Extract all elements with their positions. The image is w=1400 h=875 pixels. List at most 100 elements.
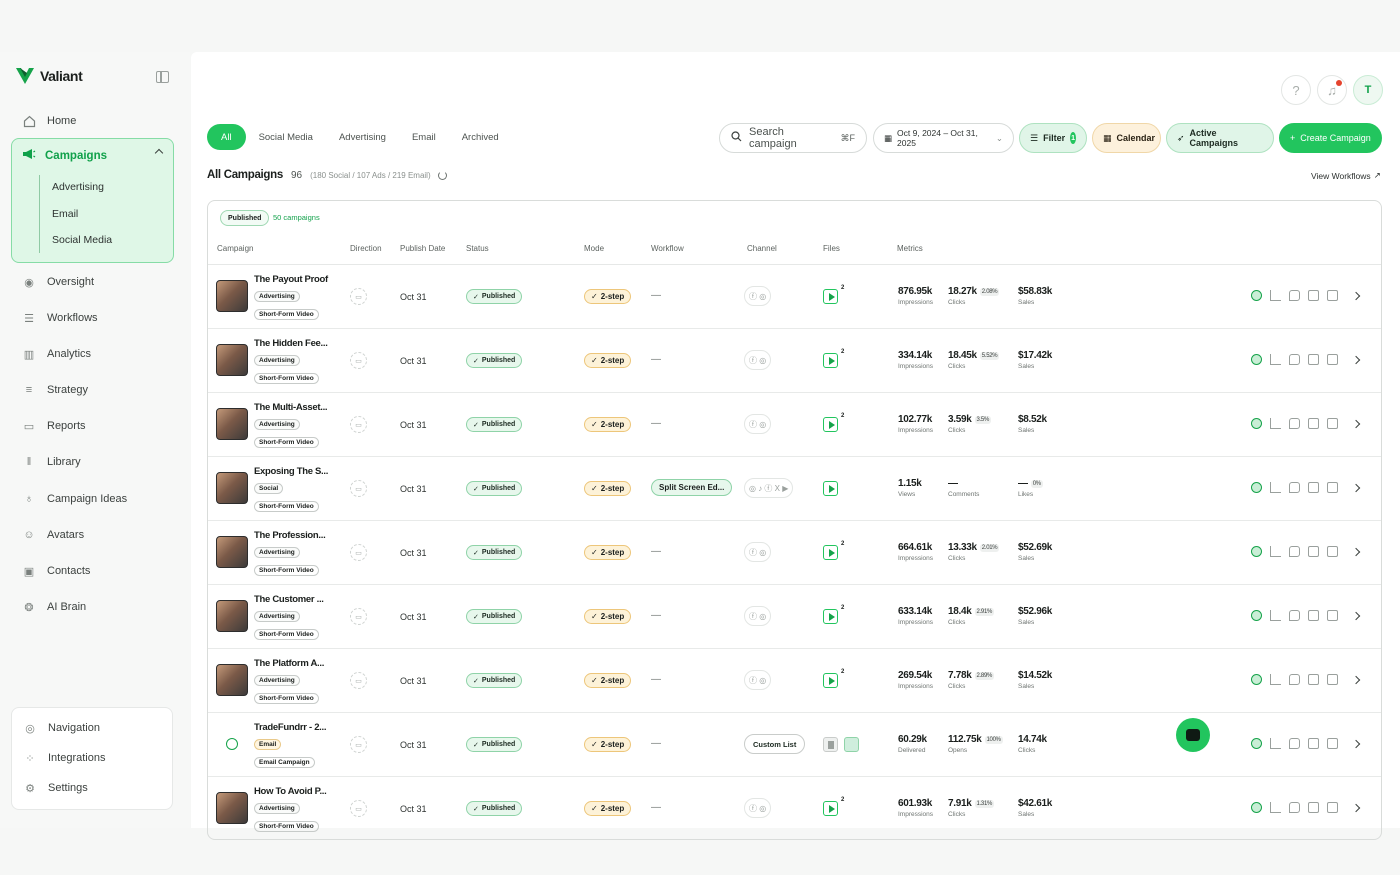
sidebar-item-ai-brain[interactable]: ❂ AI Brain <box>22 598 86 616</box>
view-workflows-link[interactable]: View Workflows ↗ <box>1311 170 1381 181</box>
comment-icon[interactable] <box>1289 290 1300 301</box>
active-campaigns-button[interactable]: ➶ Active Campaigns <box>1166 123 1274 153</box>
analytics-icon[interactable] <box>1270 482 1281 493</box>
date-range-picker[interactable]: ▦ Oct 9, 2024 – Oct 31, 2025 ⌄ <box>873 123 1014 153</box>
archive-icon[interactable] <box>1308 290 1319 301</box>
channel-icons[interactable]: ◎ ♪ ⓕ X ▶ <box>744 478 794 498</box>
sidebar-item-integrations[interactable]: ⁘ Integrations <box>23 749 105 767</box>
analytics-icon[interactable] <box>1270 738 1281 749</box>
analytics-icon[interactable] <box>1270 290 1281 301</box>
analytics-icon[interactable] <box>1270 802 1281 813</box>
refresh-icon[interactable] <box>438 171 447 180</box>
play-video-icon[interactable] <box>823 609 838 624</box>
mode-badge[interactable]: ✓ 2-step <box>584 801 632 816</box>
comment-icon[interactable] <box>1289 418 1300 429</box>
direction-icon[interactable]: ▭ <box>350 288 367 305</box>
direction-icon[interactable]: ▭ <box>350 544 367 561</box>
chevron-right-icon[interactable] <box>1351 739 1361 749</box>
table-row[interactable]: The Customer ... Advertising Short-Form Vi… <box>208 585 1381 649</box>
analytics-icon[interactable] <box>1270 418 1281 429</box>
channel-icons[interactable]: ⓕ ◎ <box>744 350 772 370</box>
table-row[interactable]: The Hidden Fee... Advertising Short-Form V… <box>208 329 1381 393</box>
comment-icon[interactable] <box>1289 482 1300 493</box>
archive-icon[interactable] <box>1308 354 1319 365</box>
mode-badge[interactable]: ✓ 2-step <box>584 737 632 752</box>
archive-icon[interactable] <box>1308 674 1319 685</box>
campaign-name[interactable]: TradeFundrr - 2... <box>254 722 334 733</box>
help-button[interactable]: ? <box>1281 75 1311 105</box>
comment-icon[interactable] <box>1289 610 1300 621</box>
comment-icon[interactable] <box>1289 738 1300 749</box>
document-icon[interactable] <box>823 737 838 752</box>
table-row[interactable]: The Multi-Asset... Advertising Short-Form … <box>208 393 1381 457</box>
archive-icon[interactable] <box>1308 482 1319 493</box>
campaign-name[interactable]: The Platform A... <box>254 658 334 669</box>
direction-icon[interactable]: ▭ <box>350 416 367 433</box>
sidebar-item-strategy[interactable]: ≡ Strategy <box>22 381 88 399</box>
trash-icon[interactable] <box>1327 482 1338 493</box>
archive-icon[interactable] <box>1308 610 1319 621</box>
column-header-status[interactable]: Status <box>466 244 489 253</box>
mode-badge[interactable]: ✓ 2-step <box>584 417 632 432</box>
direction-icon[interactable]: ▭ <box>350 608 367 625</box>
sidebar-item-analytics[interactable]: ▥ Analytics <box>22 345 91 363</box>
analytics-icon[interactable] <box>1270 610 1281 621</box>
play-video-icon[interactable] <box>823 417 838 432</box>
play-video-icon[interactable] <box>823 289 838 304</box>
channel-icons[interactable]: ⓕ ◎ <box>744 542 772 562</box>
campaign-name[interactable]: The Multi-Asset... <box>254 402 334 413</box>
play-video-icon[interactable] <box>823 801 838 816</box>
play-video-icon[interactable] <box>823 353 838 368</box>
chevron-right-icon[interactable] <box>1351 611 1361 621</box>
sidebar-item-settings[interactable]: ⚙ Settings <box>23 779 88 797</box>
campaign-name[interactable]: Exposing The S... <box>254 466 334 477</box>
globe-icon[interactable] <box>1251 418 1262 429</box>
sidebar-item-contacts[interactable]: ▣ Contacts <box>22 562 91 580</box>
channel-icons[interactable]: ⓕ ◎ <box>744 414 772 434</box>
sidebar-item-navigation[interactable]: ◎ Navigation <box>23 719 100 737</box>
play-video-icon[interactable] <box>823 545 838 560</box>
campaign-name[interactable]: The Payout Proof <box>254 274 334 285</box>
chevron-up-icon[interactable] <box>154 148 164 158</box>
channel-icons[interactable]: ⓕ ◎ <box>744 798 772 818</box>
chevron-right-icon[interactable] <box>1351 483 1361 493</box>
table-row[interactable]: How To Avoid P... Advertising Short-Form V… <box>208 777 1381 839</box>
direction-icon[interactable]: ▭ <box>350 672 367 689</box>
calendar-button[interactable]: ▦ Calendar <box>1092 123 1161 153</box>
tab-social-media[interactable]: Social Media <box>246 124 326 150</box>
channel-icons[interactable]: ⓕ ◎ <box>744 670 772 690</box>
direction-icon[interactable]: ▭ <box>350 352 367 369</box>
channel-icons[interactable]: ⓕ ◎ <box>744 606 772 626</box>
mode-badge[interactable]: ✓ 2-step <box>584 545 632 560</box>
table-row[interactable]: Exposing The S... Social Short-Form Video ▭… <box>208 457 1381 521</box>
tab-email[interactable]: Email <box>399 124 449 150</box>
column-header-workflow[interactable]: Workflow <box>651 244 684 253</box>
table-row[interactable]: The Payout Proof Advertising Short-Form Vi… <box>208 265 1381 329</box>
table-row[interactable]: The Platform A... Advertising Short-Form V… <box>208 649 1381 713</box>
channel-icons[interactable]: ⓕ ◎ <box>744 286 772 306</box>
trash-icon[interactable] <box>1327 418 1338 429</box>
analytics-icon[interactable] <box>1270 674 1281 685</box>
tab-advertising[interactable]: Advertising <box>326 124 399 150</box>
channel-icons[interactable]: Custom List <box>744 734 806 754</box>
archive-icon[interactable] <box>1308 546 1319 557</box>
logo[interactable]: Valiant <box>15 67 83 85</box>
workflow-tag[interactable]: Split Screen Ed... <box>651 479 733 496</box>
sidebar-item-reports[interactable]: ▭ Reports <box>22 417 86 435</box>
direction-icon[interactable]: ▭ <box>350 800 367 817</box>
campaign-name[interactable]: The Customer ... <box>254 594 334 605</box>
mode-badge[interactable]: ✓ 2-step <box>584 353 632 368</box>
globe-icon[interactable] <box>1251 290 1262 301</box>
analytics-icon[interactable] <box>1270 546 1281 557</box>
campaign-name[interactable]: The Hidden Fee... <box>254 338 334 349</box>
filter-button[interactable]: ☰ Filter 1 <box>1019 123 1087 153</box>
trash-icon[interactable] <box>1327 546 1338 557</box>
trash-icon[interactable] <box>1327 610 1338 621</box>
archive-icon[interactable] <box>1308 418 1319 429</box>
archive-icon[interactable] <box>1308 738 1319 749</box>
mode-badge[interactable]: ✓ 2-step <box>584 289 632 304</box>
column-header-files[interactable]: Files <box>823 244 840 253</box>
sidebar-item-workflows[interactable]: ☰ Workflows <box>22 309 97 327</box>
chevron-right-icon[interactable] <box>1351 803 1361 813</box>
globe-icon[interactable] <box>1251 610 1262 621</box>
